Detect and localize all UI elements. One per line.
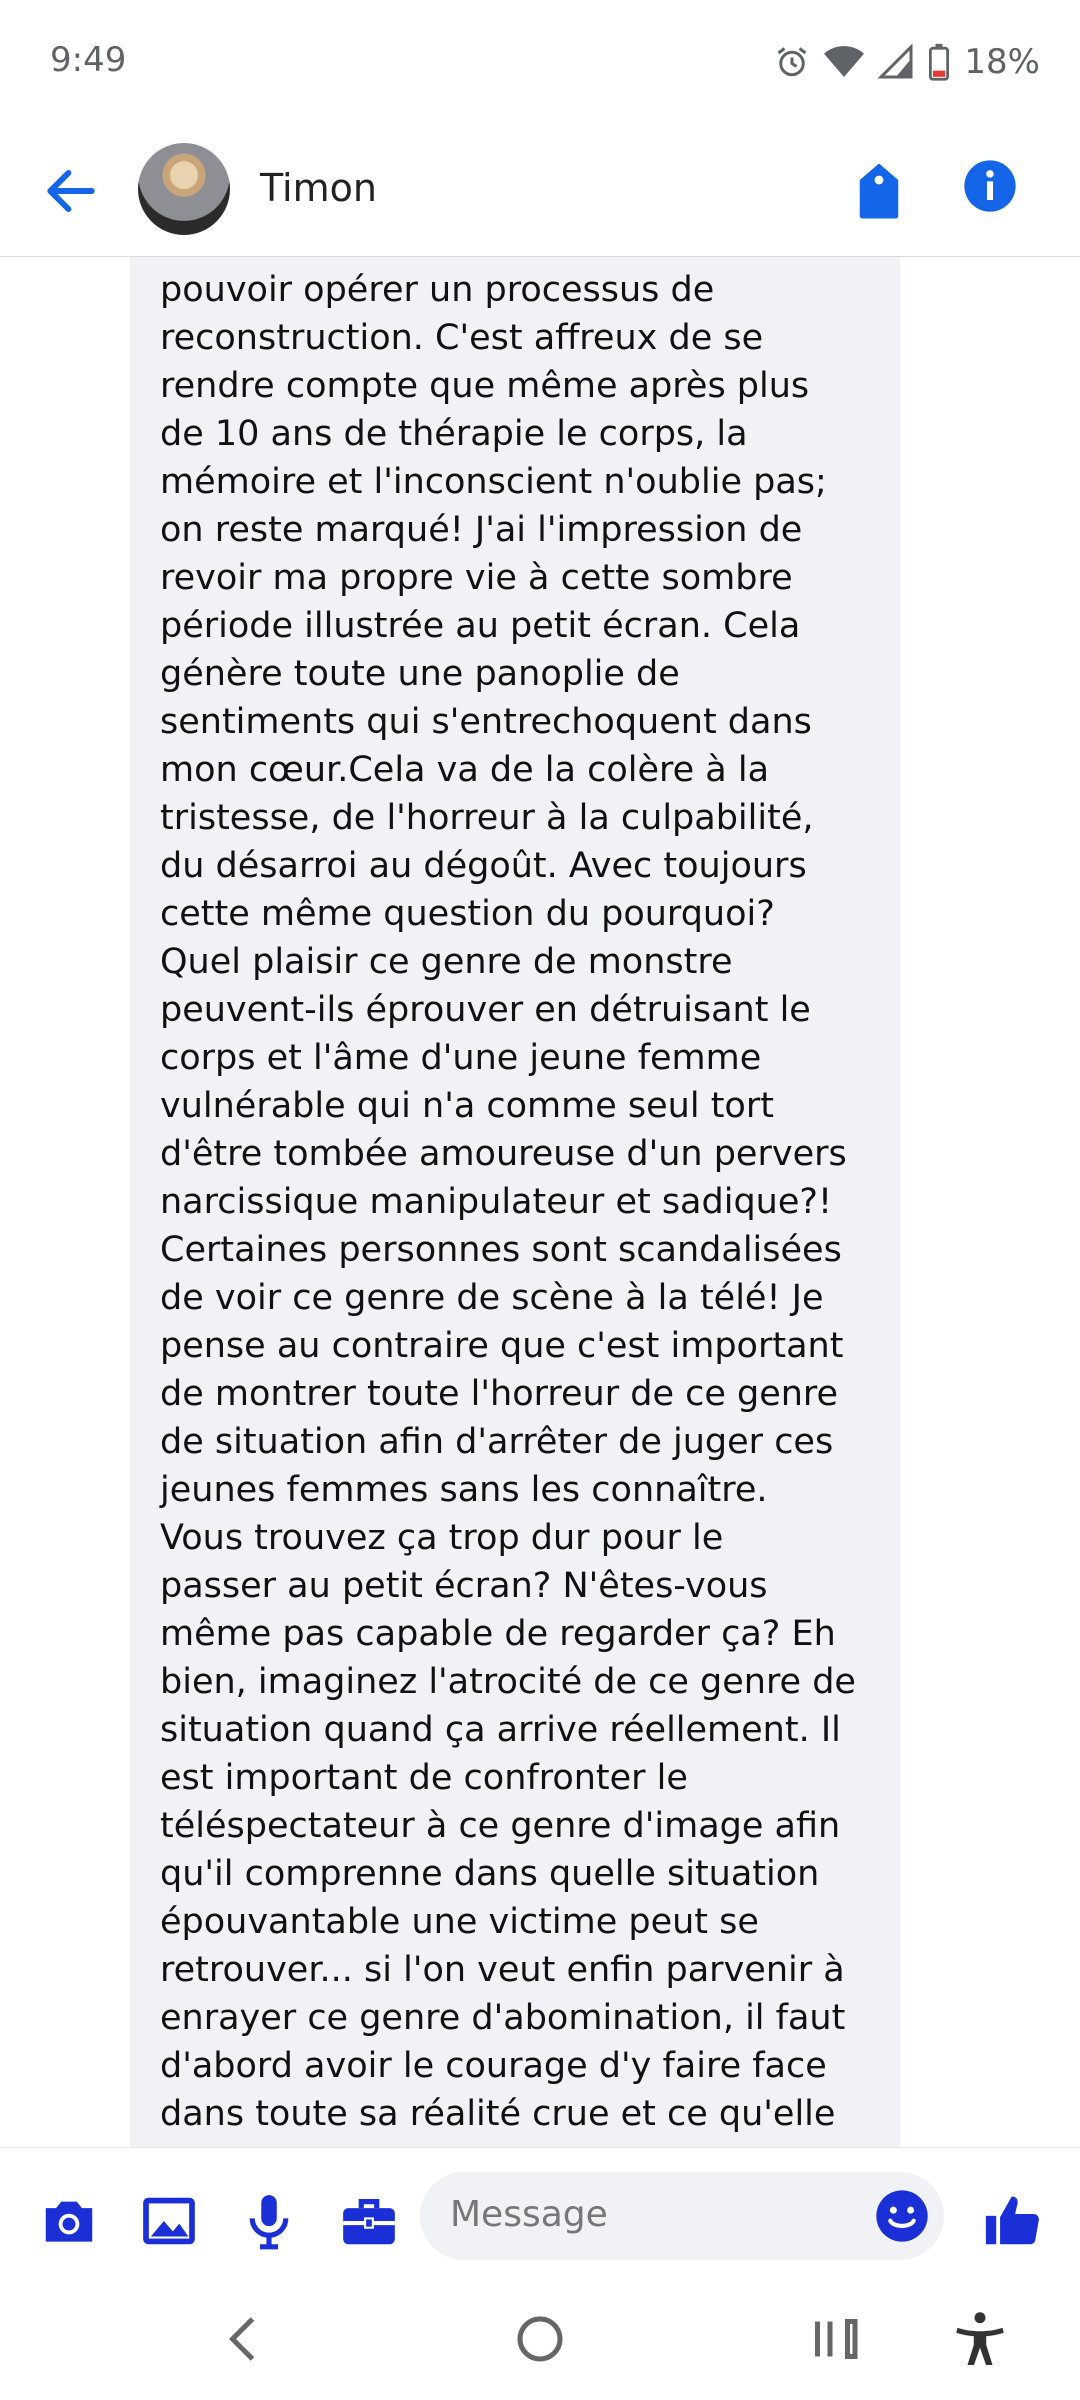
chevron-left-icon <box>228 2317 255 2361</box>
avatar[interactable] <box>138 143 230 235</box>
thumbs-up-icon <box>985 2196 1039 2245</box>
nav-home-button[interactable] <box>510 2309 570 2369</box>
status-time: 9:49 <box>50 40 127 80</box>
emoji-icon <box>876 2190 928 2242</box>
arrow-left-icon <box>47 169 95 213</box>
status-bar: 9:49 18% <box>0 0 1080 126</box>
home-circle-icon <box>517 2316 563 2362</box>
briefcase-icon <box>343 2199 395 2245</box>
signal-icon <box>878 44 914 80</box>
accessibility-icon <box>956 2312 1004 2365</box>
back-button[interactable] <box>40 160 102 222</box>
nav-back-button[interactable] <box>215 2309 275 2369</box>
business-button[interactable] <box>338 2190 400 2252</box>
conversation[interactable]: pouvoir opérer un processus de reconstru… <box>0 257 1080 2147</box>
message-bubble[interactable]: pouvoir opérer un processus de reconstru… <box>130 257 900 2147</box>
voice-button[interactable] <box>238 2190 300 2252</box>
camera-button[interactable] <box>38 2190 100 2252</box>
message-composer: Message <box>0 2147 1080 2288</box>
alarm-icon <box>774 44 810 80</box>
accessibility-button[interactable] <box>950 2309 1010 2369</box>
wifi-icon <box>824 44 865 80</box>
message-input[interactable]: Message <box>420 2172 944 2260</box>
info-icon <box>964 160 1016 212</box>
battery-percentage: 18% <box>964 42 1040 82</box>
recents-icon <box>815 2319 858 2359</box>
camera-icon <box>45 2201 93 2242</box>
gallery-button[interactable] <box>138 2190 200 2252</box>
status-icons: 18% <box>774 38 1040 86</box>
contact-name[interactable]: Timon <box>260 166 377 210</box>
chat-header: Timon <box>0 126 1080 257</box>
message-placeholder: Message <box>450 2194 608 2235</box>
info-button[interactable] <box>962 158 1018 214</box>
image-icon <box>143 2197 195 2245</box>
like-button[interactable] <box>982 2190 1044 2252</box>
nav-recents-button[interactable] <box>805 2309 865 2369</box>
system-nav-bar <box>0 2287 1080 2400</box>
tag-button[interactable] <box>846 158 912 224</box>
message-text: pouvoir opérer un processus de reconstru… <box>160 270 856 2134</box>
emoji-button[interactable] <box>874 2188 930 2244</box>
tag-icon <box>859 163 899 219</box>
battery-icon <box>928 43 950 81</box>
microphone-icon <box>249 2195 289 2250</box>
